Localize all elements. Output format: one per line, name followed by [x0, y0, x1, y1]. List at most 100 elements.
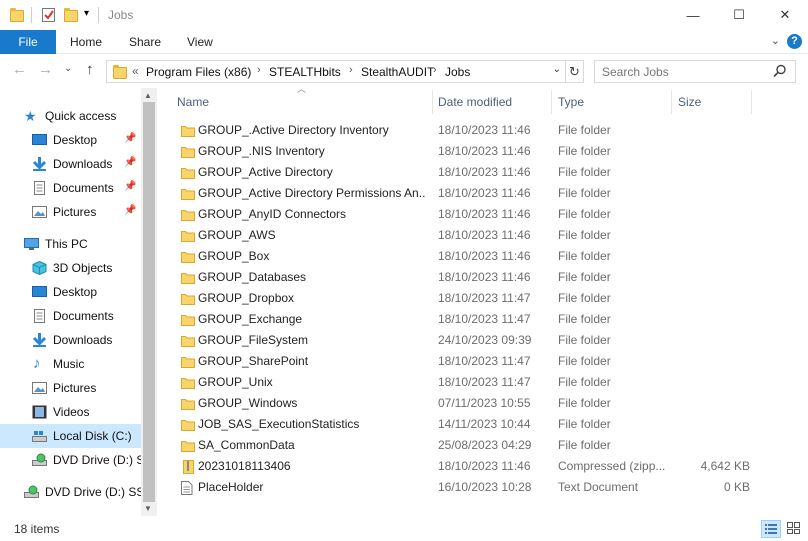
- sidebar-item-pictures[interactable]: Pictures: [0, 376, 141, 400]
- table-row[interactable]: GROUP_.Active Directory Inventory 18/10/2…: [172, 120, 772, 141]
- sidebar-item-documents-pinned[interactable]: Documents 📌: [0, 176, 141, 200]
- search-icon[interactable]: [773, 64, 787, 78]
- customize-toolbar-chevron-icon[interactable]: ▾: [84, 8, 89, 19]
- pin-icon[interactable]: 📌: [124, 181, 136, 192]
- address-bar[interactable]: « Program Files (x86) › STEALTHbits › St…: [106, 60, 566, 83]
- column-divider[interactable]: [551, 90, 552, 114]
- table-row[interactable]: GROUP_AnyID Connectors 18/10/2023 11:46 Fi…: [172, 204, 772, 225]
- file-date: 18/10/2023 11:46: [438, 249, 531, 263]
- address-dropdown-chevron-icon[interactable]: ⌄: [553, 64, 561, 75]
- forward-arrow-icon[interactable]: →: [38, 61, 53, 78]
- sidebar-item-label: Quick access: [45, 109, 117, 123]
- sidebar-item-pictures-pinned[interactable]: Pictures 📌: [0, 200, 141, 224]
- sidebar-item-dvd-drive-root[interactable]: DVD Drive (D:) SSS: [0, 480, 152, 504]
- tab-file[interactable]: File: [0, 30, 56, 54]
- column-header-date-modified[interactable]: Date modified: [438, 88, 512, 116]
- properties-icon[interactable]: [41, 7, 57, 26]
- sidebar-item-label: Documents: [53, 181, 114, 195]
- table-row[interactable]: GROUP_SharePoint 18/10/2023 11:47 File fol…: [172, 351, 772, 372]
- file-date: 18/10/2023 11:47: [438, 291, 531, 305]
- sidebar-item-label: Desktop: [53, 285, 98, 299]
- search-box[interactable]: [594, 60, 796, 83]
- details-view-button[interactable]: [761, 520, 781, 538]
- large-icons-view-button[interactable]: [784, 520, 804, 538]
- scroll-up-icon[interactable]: ▲: [144, 91, 152, 100]
- sidebar-item-this-pc[interactable]: This PC: [0, 232, 141, 256]
- file-type: File folder: [558, 186, 611, 200]
- column-divider[interactable]: [432, 90, 433, 114]
- pin-icon[interactable]: 📌: [124, 133, 136, 144]
- sidebar-item-downloads[interactable]: Downloads: [0, 328, 141, 352]
- sidebar-item-label: Videos: [53, 405, 90, 419]
- back-arrow-icon[interactable]: ←: [12, 61, 27, 78]
- chevron-right-icon[interactable]: ›: [257, 64, 261, 76]
- table-row[interactable]: GROUP_Dropbox 18/10/2023 11:47 File folder: [172, 288, 772, 309]
- help-icon[interactable]: ?: [787, 34, 802, 49]
- file-name: GROUP_Exchange: [198, 312, 303, 326]
- sidebar-item-documents[interactable]: Documents: [0, 304, 141, 328]
- expand-ribbon-chevron-icon[interactable]: ⌄: [771, 34, 780, 47]
- up-arrow-icon[interactable]: ↑: [86, 61, 94, 78]
- file-type: File folder: [558, 270, 611, 284]
- column-header-type[interactable]: Type: [558, 88, 584, 116]
- close-button[interactable]: ✕: [762, 0, 808, 30]
- window-title: Jobs: [108, 8, 134, 22]
- sidebar-item-desktop[interactable]: Desktop: [0, 280, 141, 304]
- file-date: 18/10/2023 11:46: [438, 228, 531, 242]
- desktop-icon: [32, 133, 47, 147]
- column-divider[interactable]: [671, 90, 672, 114]
- sidebar-item-local-disk-c[interactable]: Local Disk (C:): [0, 424, 141, 448]
- table-row[interactable]: GROUP_Databases 18/10/2023 11:46 File fold…: [172, 267, 772, 288]
- column-divider[interactable]: [751, 90, 752, 114]
- scrollbar-thumb[interactable]: [143, 102, 155, 502]
- folder-icon: [181, 124, 195, 140]
- refresh-button[interactable]: ↻: [566, 60, 584, 83]
- tab-view[interactable]: View: [187, 30, 213, 54]
- breadcrumb-program-files[interactable]: Program Files (x86): [146, 65, 251, 79]
- table-row[interactable]: GROUP_Active Directory 18/10/2023 11:46 Fi…: [172, 162, 772, 183]
- pin-icon[interactable]: 📌: [124, 157, 136, 168]
- table-row[interactable]: GROUP_AWS 18/10/2023 11:46 File folder: [172, 225, 772, 246]
- search-input[interactable]: [595, 61, 765, 82]
- tab-share[interactable]: Share: [129, 30, 161, 54]
- maximize-button[interactable]: ☐: [716, 0, 762, 30]
- breadcrumb-overflow[interactable]: «: [132, 64, 139, 78]
- navigation-bar: ← → ⌄ ↑ « Program Files (x86) › STEALTHb…: [0, 55, 808, 87]
- breadcrumb-stealthbits[interactable]: STEALTHbits: [269, 65, 341, 79]
- chevron-right-icon[interactable]: ›: [433, 64, 437, 76]
- table-row[interactable]: GROUP_Box 18/10/2023 11:46 File folder: [172, 246, 772, 267]
- sidebar-item-music[interactable]: ♪ Music: [0, 352, 141, 376]
- table-row[interactable]: GROUP_Windows 07/11/2023 10:55 File folder: [172, 393, 772, 414]
- table-row[interactable]: JOB_SAS_ExecutionStatistics 14/11/2023 10…: [172, 414, 772, 435]
- desktop-icon: [32, 285, 47, 299]
- column-header-size[interactable]: Size: [678, 88, 701, 116]
- table-row[interactable]: GROUP_.NIS Inventory 18/10/2023 11:46 File…: [172, 141, 772, 162]
- sidebar-item-desktop-pinned[interactable]: Desktop 📌: [0, 128, 141, 152]
- sidebar-item-downloads-pinned[interactable]: Downloads 📌: [0, 152, 141, 176]
- tab-home[interactable]: Home: [70, 30, 102, 54]
- sidebar-item-3d-objects[interactable]: 3D Objects: [0, 256, 141, 280]
- sidebar-item-dvd-drive[interactable]: DVD Drive (D:) SSS: [0, 448, 157, 472]
- status-bar: 18 items: [0, 516, 808, 541]
- table-row[interactable]: GROUP_FileSystem 24/10/2023 09:39 File fol…: [172, 330, 772, 351]
- table-row[interactable]: GROUP_Unix 18/10/2023 11:47 File folder: [172, 372, 772, 393]
- pictures-icon: [32, 205, 47, 219]
- table-row[interactable]: GROUP_Active Directory Permissions An...…: [172, 183, 772, 204]
- chevron-right-icon[interactable]: ›: [349, 64, 353, 76]
- minimize-button[interactable]: —: [670, 0, 716, 30]
- breadcrumb-stealthaudit[interactable]: StealthAUDIT: [361, 65, 434, 79]
- table-row[interactable]: 20231018113406 18/10/2023 11:46 Compressed…: [172, 456, 772, 477]
- column-header-name[interactable]: Name: [177, 88, 209, 116]
- scroll-down-icon[interactable]: ▼: [144, 504, 152, 513]
- breadcrumb-jobs[interactable]: Jobs: [445, 65, 470, 79]
- pin-icon[interactable]: 📌: [124, 205, 136, 216]
- file-type: File folder: [558, 438, 611, 452]
- table-row[interactable]: GROUP_Exchange 18/10/2023 11:47 File folde…: [172, 309, 772, 330]
- sidebar-scrollbar[interactable]: ▲ ▼: [141, 88, 157, 516]
- sidebar-item-quick-access[interactable]: ★ Quick access: [0, 104, 141, 128]
- recent-locations-chevron-icon[interactable]: ⌄: [64, 63, 72, 74]
- table-row[interactable]: PlaceHolder 16/10/2023 10:28 Text Document…: [172, 477, 772, 498]
- file-date: 14/11/2023 10:44: [438, 417, 531, 431]
- table-row[interactable]: SA_CommonData 25/08/2023 04:29 File folder: [172, 435, 772, 456]
- sidebar-item-videos[interactable]: Videos: [0, 400, 141, 424]
